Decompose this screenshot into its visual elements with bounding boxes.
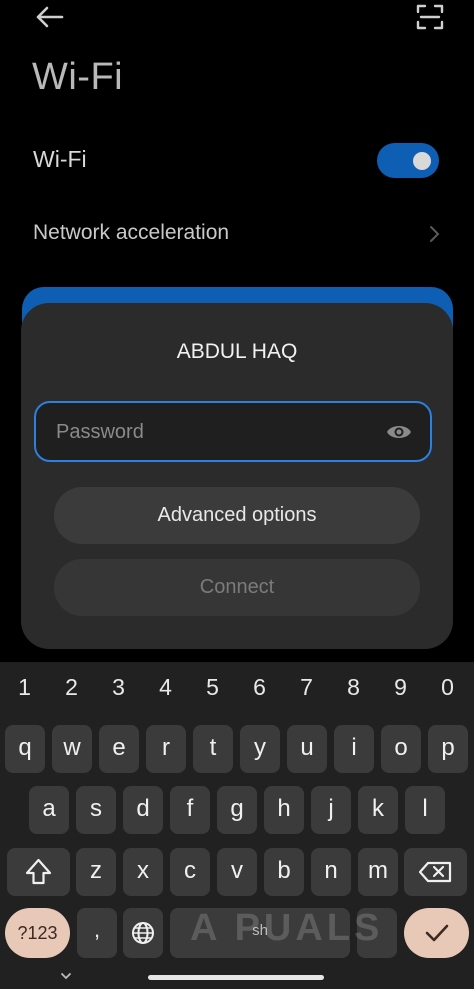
page-title: Wi-Fi (32, 56, 124, 98)
number-key-1[interactable]: 1 (1, 674, 48, 701)
key-g[interactable]: g (217, 786, 257, 834)
key-o[interactable]: o (381, 725, 421, 773)
wifi-password-dialog: ABDUL HAQ Advanced options Connect (21, 303, 453, 649)
enter-key[interactable] (404, 908, 469, 958)
number-key-7[interactable]: 7 (283, 674, 330, 701)
key-c[interactable]: c (170, 848, 210, 896)
toggle-knob (413, 152, 431, 170)
globe-icon (132, 922, 154, 944)
connect-button[interactable]: Connect (54, 559, 420, 616)
key-w[interactable]: w (52, 725, 92, 773)
number-key-0[interactable]: 0 (424, 674, 471, 701)
key-m[interactable]: m (358, 848, 398, 896)
key-s[interactable]: s (76, 786, 116, 834)
advanced-options-button[interactable]: Advanced options (54, 487, 420, 544)
backspace-icon (418, 861, 452, 883)
keyboard: 1234567890 qwertyuiop asdfghjkl zxcvbnm … (0, 662, 474, 989)
chevron-right-icon (426, 222, 442, 246)
shift-key[interactable] (7, 848, 70, 896)
number-key-6[interactable]: 6 (236, 674, 283, 701)
key-k[interactable]: k (358, 786, 398, 834)
key-n[interactable]: n (311, 848, 351, 896)
number-key-2[interactable]: 2 (48, 674, 95, 701)
key-h[interactable]: h (264, 786, 304, 834)
wifi-toggle[interactable] (377, 143, 439, 178)
key-f[interactable]: f (170, 786, 210, 834)
key-a[interactable]: a (29, 786, 69, 834)
number-key-9[interactable]: 9 (377, 674, 424, 701)
home-indicator[interactable] (148, 975, 324, 980)
key-u[interactable]: u (287, 725, 327, 773)
back-arrow-icon (36, 6, 64, 28)
symbols-key[interactable]: ?123 (5, 908, 70, 958)
qr-scan-icon (416, 4, 444, 30)
wifi-label: Wi-Fi (33, 146, 87, 172)
key-b[interactable]: b (264, 848, 304, 896)
back-button[interactable] (28, 2, 68, 32)
key-y[interactable]: y (240, 725, 280, 773)
network-acceleration-label[interactable]: Network acceleration (33, 221, 229, 245)
password-input[interactable] (54, 403, 388, 462)
eye-icon[interactable] (386, 421, 412, 443)
number-key-5[interactable]: 5 (189, 674, 236, 701)
watermark: A PUALS (190, 907, 384, 949)
key-v[interactable]: v (217, 848, 257, 896)
chevron-down-icon[interactable] (58, 970, 74, 982)
number-key-4[interactable]: 4 (142, 674, 189, 701)
key-q[interactable]: q (5, 725, 45, 773)
language-key[interactable] (123, 908, 163, 958)
checkmark-icon (425, 924, 449, 942)
dialog-title: ABDUL HAQ (176, 340, 298, 363)
key-d[interactable]: d (123, 786, 163, 834)
password-field[interactable] (34, 401, 432, 462)
key-i[interactable]: i (334, 725, 374, 773)
key-r[interactable]: r (146, 725, 186, 773)
key-j[interactable]: j (311, 786, 351, 834)
key-e[interactable]: e (99, 725, 139, 773)
backspace-key[interactable] (404, 848, 467, 896)
comma-key[interactable]: , (77, 908, 117, 958)
key-x[interactable]: x (123, 848, 163, 896)
number-key-8[interactable]: 8 (330, 674, 377, 701)
scan-button[interactable] (414, 2, 446, 32)
number-key-3[interactable]: 3 (95, 674, 142, 701)
key-t[interactable]: t (193, 725, 233, 773)
shift-icon (25, 858, 52, 885)
key-p[interactable]: p (428, 725, 468, 773)
key-l[interactable]: l (405, 786, 445, 834)
key-z[interactable]: z (76, 848, 116, 896)
